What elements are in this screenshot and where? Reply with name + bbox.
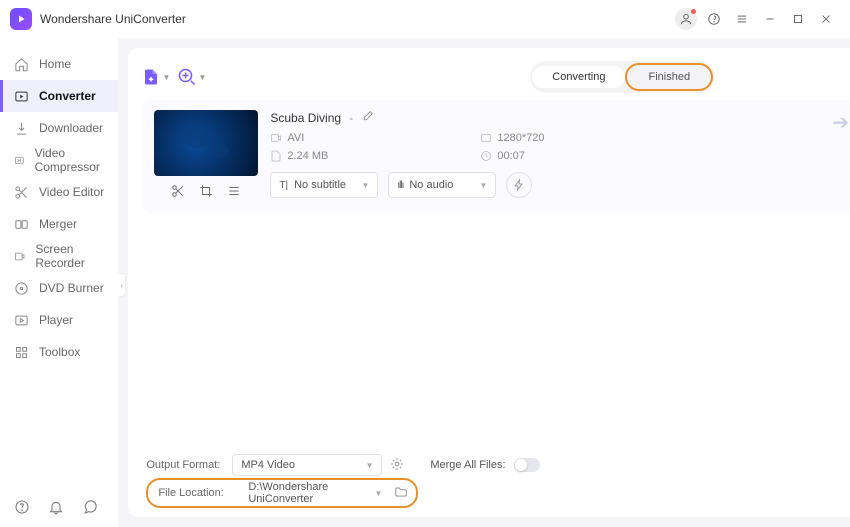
open-folder-icon[interactable] xyxy=(394,485,408,502)
sidebar-item-label: Merger xyxy=(39,217,77,231)
effects-icon[interactable] xyxy=(227,184,241,203)
arrow-icon: ➔ xyxy=(832,110,849,203)
subtitle-select[interactable]: T| No subtitle ▼ xyxy=(270,172,378,198)
sidebar-item-dvd[interactable]: DVD Burner xyxy=(0,272,118,304)
add-url-button[interactable]: ▼ xyxy=(178,63,206,91)
audio-select[interactable]: ıllı No audio ▼ xyxy=(388,172,496,198)
sidebar-item-editor[interactable]: Video Editor xyxy=(0,176,118,208)
resolution-icon xyxy=(480,132,492,144)
maximize-icon[interactable] xyxy=(784,5,812,33)
sidebar-item-toolbox[interactable]: Toolbox xyxy=(0,336,118,368)
output-format-label: Output Format: xyxy=(146,459,224,471)
toolbox-icon xyxy=(14,345,29,360)
merge-toggle[interactable] xyxy=(514,458,540,472)
dvd-icon xyxy=(14,281,29,296)
add-file-button[interactable]: ▼ xyxy=(142,63,170,91)
player-icon xyxy=(14,313,29,328)
file-card: Scuba Diving - AVI 2.24 MB 1280*720 xyxy=(142,100,850,213)
app-logo xyxy=(10,8,32,30)
file-location-label: File Location: xyxy=(158,487,236,499)
help-icon[interactable] xyxy=(14,499,32,517)
sidebar-item-home[interactable]: Home xyxy=(0,48,118,80)
sidebar-item-label: DVD Burner xyxy=(39,281,104,295)
file-icon xyxy=(270,150,282,162)
compressor-icon xyxy=(14,153,25,168)
tab-converting[interactable]: Converting xyxy=(532,66,625,88)
merger-icon xyxy=(14,217,29,232)
file-location-value: D:\Wondershare UniConverter xyxy=(248,481,374,505)
video-thumbnail[interactable] xyxy=(154,110,258,176)
sidebar-collapse-handle[interactable]: ‹ xyxy=(118,273,126,297)
sidebar-item-label: Home xyxy=(39,57,71,71)
support-icon[interactable] xyxy=(700,5,728,33)
file-location-select[interactable]: D:\Wondershare UniConverter ▼ xyxy=(240,482,390,504)
sidebar-item-label: Player xyxy=(39,313,73,327)
sidebar-item-converter[interactable]: Converter xyxy=(0,80,118,112)
output-format-select[interactable]: MP4 Video ▼ xyxy=(232,454,382,476)
sidebar-item-label: Screen Recorder xyxy=(35,242,104,270)
crop-icon[interactable] xyxy=(199,184,213,203)
notifications-icon[interactable] xyxy=(48,499,66,517)
format-settings-icon[interactable] xyxy=(390,457,404,474)
video-icon xyxy=(270,132,282,144)
chevron-down-icon: ▼ xyxy=(198,73,206,82)
converter-icon xyxy=(14,89,29,104)
sidebar-item-label: Converter xyxy=(39,89,96,103)
tab-segment: Converting Finished xyxy=(530,61,715,93)
src-format: AVI xyxy=(287,132,304,144)
trim-icon[interactable] xyxy=(171,184,185,203)
scissors-icon xyxy=(14,185,29,200)
minimize-icon[interactable] xyxy=(756,5,784,33)
feedback-icon[interactable] xyxy=(82,499,100,517)
sidebar-item-label: Video Compressor xyxy=(35,146,105,174)
account-icon[interactable] xyxy=(672,5,700,33)
home-icon xyxy=(14,57,29,72)
app-title: Wondershare UniConverter xyxy=(40,12,186,26)
sidebar-item-label: Toolbox xyxy=(39,345,80,359)
close-icon[interactable] xyxy=(812,5,840,33)
file-name: Scuba Diving xyxy=(270,111,341,125)
sidebar-item-recorder[interactable]: Screen Recorder xyxy=(0,240,118,272)
recorder-icon xyxy=(14,249,25,264)
merge-label: Merge All Files: xyxy=(430,459,505,471)
subtitle-label: No subtitle xyxy=(294,179,346,191)
src-size: 2.24 MB xyxy=(287,150,328,162)
sidebar-item-downloader[interactable]: Downloader xyxy=(0,112,118,144)
src-dur: 00:07 xyxy=(497,150,525,162)
sidebar-item-player[interactable]: Player xyxy=(0,304,118,336)
src-res: 1280*720 xyxy=(497,132,544,144)
download-icon xyxy=(14,121,29,136)
speed-icon[interactable] xyxy=(506,172,532,198)
sidebar-item-label: Downloader xyxy=(39,121,103,135)
sidebar-item-compressor[interactable]: Video Compressor xyxy=(0,144,118,176)
clock-icon xyxy=(480,150,492,162)
edit-name-icon[interactable] xyxy=(361,110,374,126)
tab-finished[interactable]: Finished xyxy=(628,66,710,88)
audio-label: No audio xyxy=(409,179,453,191)
output-format-value: MP4 Video xyxy=(241,459,295,471)
menu-icon[interactable] xyxy=(728,5,756,33)
chevron-down-icon: ▼ xyxy=(162,73,170,82)
sidebar-item-merger[interactable]: Merger xyxy=(0,208,118,240)
sidebar-item-label: Video Editor xyxy=(39,185,104,199)
